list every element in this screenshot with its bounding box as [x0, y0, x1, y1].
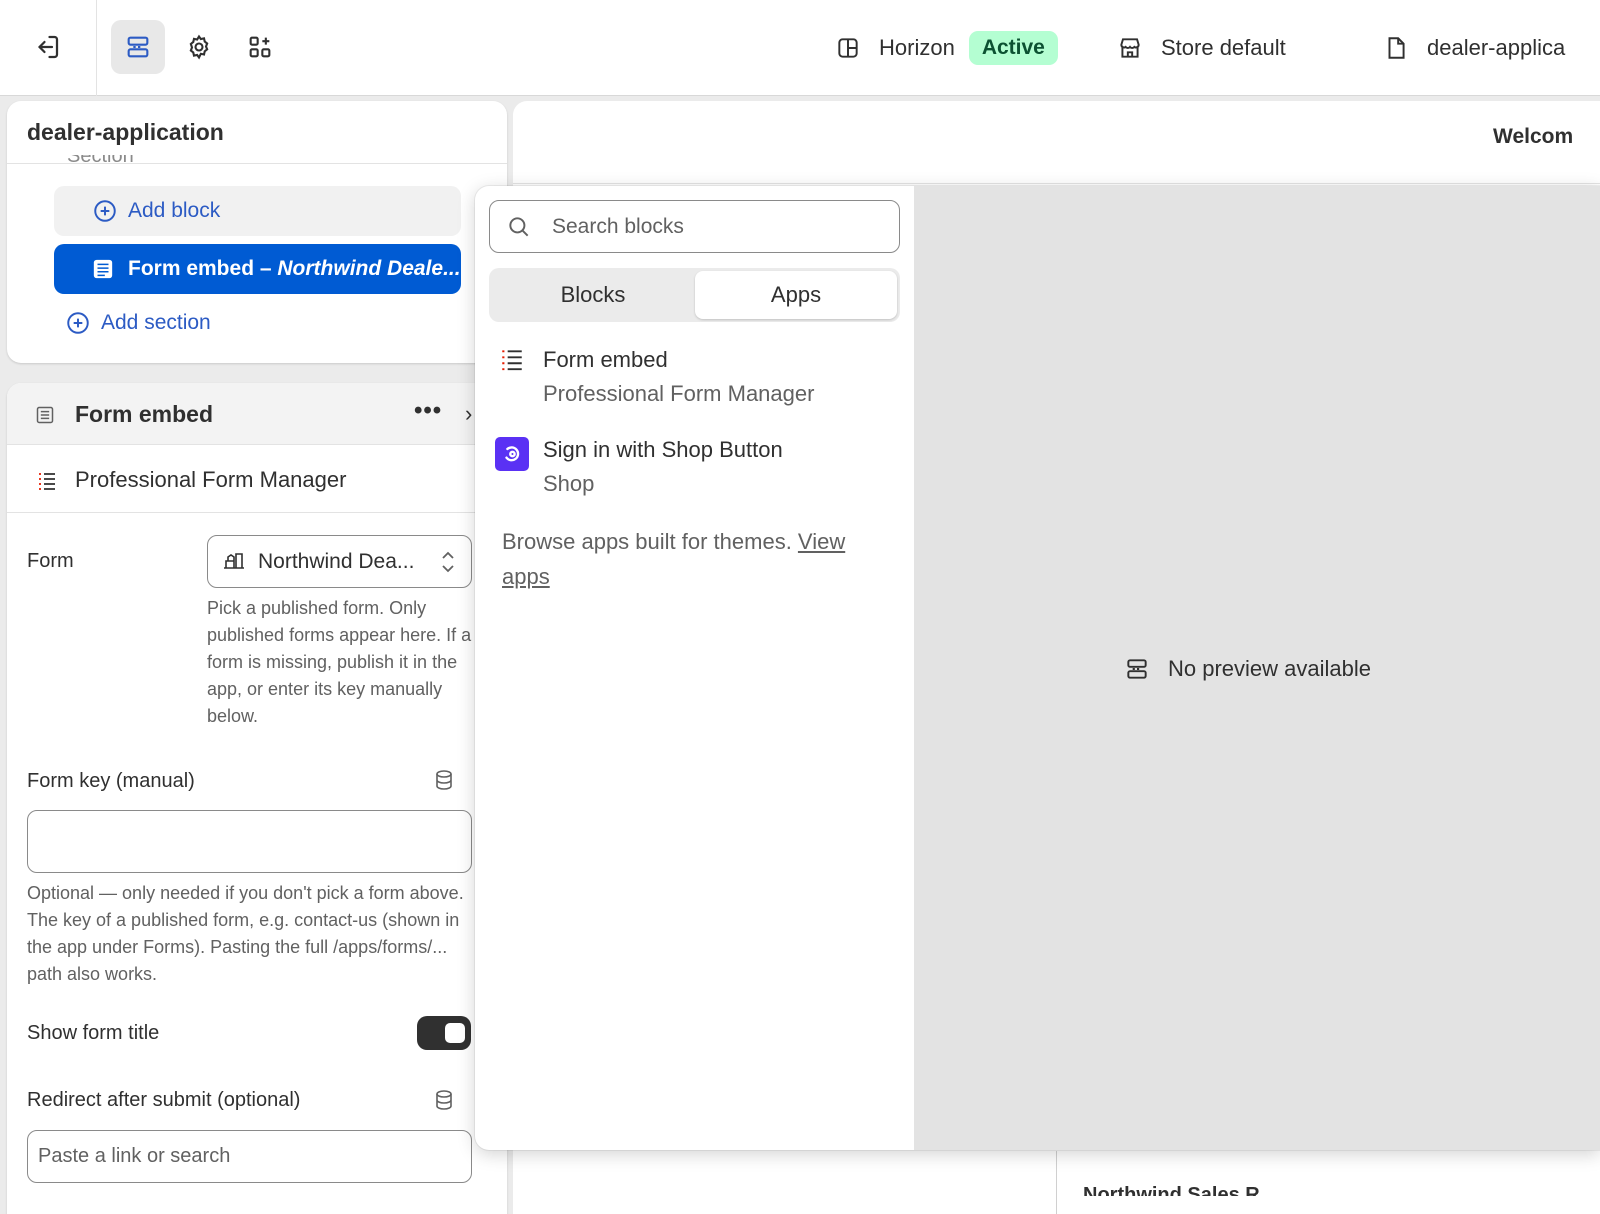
tab-blocks[interactable]: Blocks — [492, 271, 694, 319]
form-key-input[interactable] — [27, 810, 472, 873]
form-list-icon — [35, 405, 55, 430]
template-selector[interactable]: dealer-applica — [1383, 30, 1565, 66]
settings-title: Form embed — [75, 401, 214, 427]
form-type-icon — [222, 548, 246, 576]
preview-heading-fragment: Northwind Sales R — [1083, 1184, 1260, 1196]
sections-nav-button[interactable] — [111, 20, 165, 74]
exit-icon — [38, 35, 59, 59]
store-icon — [1120, 38, 1140, 58]
preview-welcome-text: Welcom — [1493, 125, 1574, 148]
app-source-name: Professional Form Manager — [75, 467, 347, 492]
form-key-help-text: Optional — only needed if you don't pick… — [27, 883, 464, 984]
picker-tabs: Blocks Apps — [489, 268, 900, 322]
select-chevron-icon — [439, 549, 457, 581]
plus-circle-icon — [94, 200, 116, 222]
preview-divider — [513, 183, 1600, 184]
sections-card: dealer-application Section Add block For… — [7, 101, 507, 363]
shop-logo-icon — [495, 437, 529, 471]
block-settings-card: Form embed ••• › Professional Form Manag… — [7, 383, 507, 1214]
search-blocks-field[interactable] — [489, 200, 900, 253]
show-title-toggle[interactable] — [417, 1016, 471, 1050]
add-section-label: Add section — [101, 311, 211, 334]
dynamic-source-icon[interactable] — [432, 1088, 456, 1117]
list-form-icon — [499, 347, 525, 378]
layout-icon — [838, 38, 858, 58]
form-help-text: Pick a published form. Only published fo… — [207, 598, 472, 726]
form-block-icon — [92, 258, 114, 286]
redirect-url-input[interactable]: Paste a link or search — [27, 1130, 472, 1183]
form-select-value: Northwind Dea... — [258, 549, 415, 573]
sections-icon — [1127, 659, 1147, 679]
sections-icon — [127, 36, 149, 58]
selected-block-form-embed[interactable]: Form embed – Northwind Deale... — [54, 244, 461, 294]
selected-block-detail: Northwind Deale... — [277, 257, 461, 280]
block-preview-pane: No preview available — [914, 186, 1600, 1150]
theme-status-badge: Active — [968, 31, 1058, 65]
form-field-label: Form — [27, 550, 74, 572]
gear-icon — [189, 34, 209, 60]
more-actions-button[interactable]: ••• — [414, 397, 442, 425]
topbar-divider — [96, 0, 97, 96]
app-block-name: Form embed — [543, 347, 668, 372]
search-icon — [509, 216, 529, 236]
dynamic-source-icon[interactable] — [432, 768, 456, 797]
page-icon — [1388, 37, 1405, 59]
store-context-selector[interactable]: Store default — [1117, 30, 1286, 66]
list-form-icon — [35, 469, 59, 498]
theme-selector[interactable]: Horizon Active — [835, 30, 1058, 66]
exit-button[interactable] — [20, 20, 74, 74]
app-block-shop-sign-in[interactable]: Sign in with Shop Button Shop — [495, 437, 895, 507]
card-divider — [7, 163, 507, 164]
form-key-label: Form key (manual) — [27, 770, 195, 792]
selected-block-name: Form embed — [128, 257, 255, 280]
search-blocks-input[interactable] — [552, 214, 872, 239]
preview-column-divider — [1056, 1151, 1057, 1214]
settings-header: Form embed ••• › — [7, 383, 507, 445]
form-select[interactable]: Northwind Dea... — [207, 535, 472, 588]
chevron-right-icon[interactable]: › — [465, 401, 472, 427]
plus-circle-icon — [67, 312, 89, 334]
add-block-label: Add block — [128, 199, 221, 222]
theme-name: Horizon — [879, 35, 955, 60]
block-picker-popover: Blocks Apps Form embed Professional Form… — [475, 186, 1600, 1150]
template-name: dealer-applica — [1427, 35, 1566, 60]
app-block-provider: Shop — [543, 471, 595, 496]
app-embeds-button[interactable] — [233, 20, 287, 74]
app-block-name: Sign in with Shop Button — [543, 437, 783, 462]
app-block-provider: Professional Form Manager — [543, 381, 815, 406]
editor-topbar: Horizon Active Store default dealer-appl… — [0, 0, 1600, 96]
theme-settings-button[interactable] — [172, 20, 226, 74]
show-title-label: Show form title — [27, 1022, 160, 1044]
no-preview-message: No preview available — [1124, 656, 1371, 682]
redirect-label: Redirect after submit (optional) — [27, 1089, 301, 1111]
tab-apps[interactable]: Apps — [695, 271, 897, 319]
add-section-button[interactable]: Add section — [27, 301, 211, 345]
browse-apps-text: Browse apps built for themes. View apps — [502, 529, 846, 589]
template-title: dealer-application — [27, 119, 224, 145]
app-source-row: Professional Form Manager — [7, 445, 507, 513]
app-block-form-embed[interactable]: Form embed Professional Form Manager — [495, 347, 895, 417]
store-context-label: Store default — [1161, 35, 1286, 60]
toggle-knob — [445, 1023, 465, 1043]
apps-grid-icon — [249, 36, 271, 58]
add-block-button[interactable]: Add block — [54, 186, 461, 236]
